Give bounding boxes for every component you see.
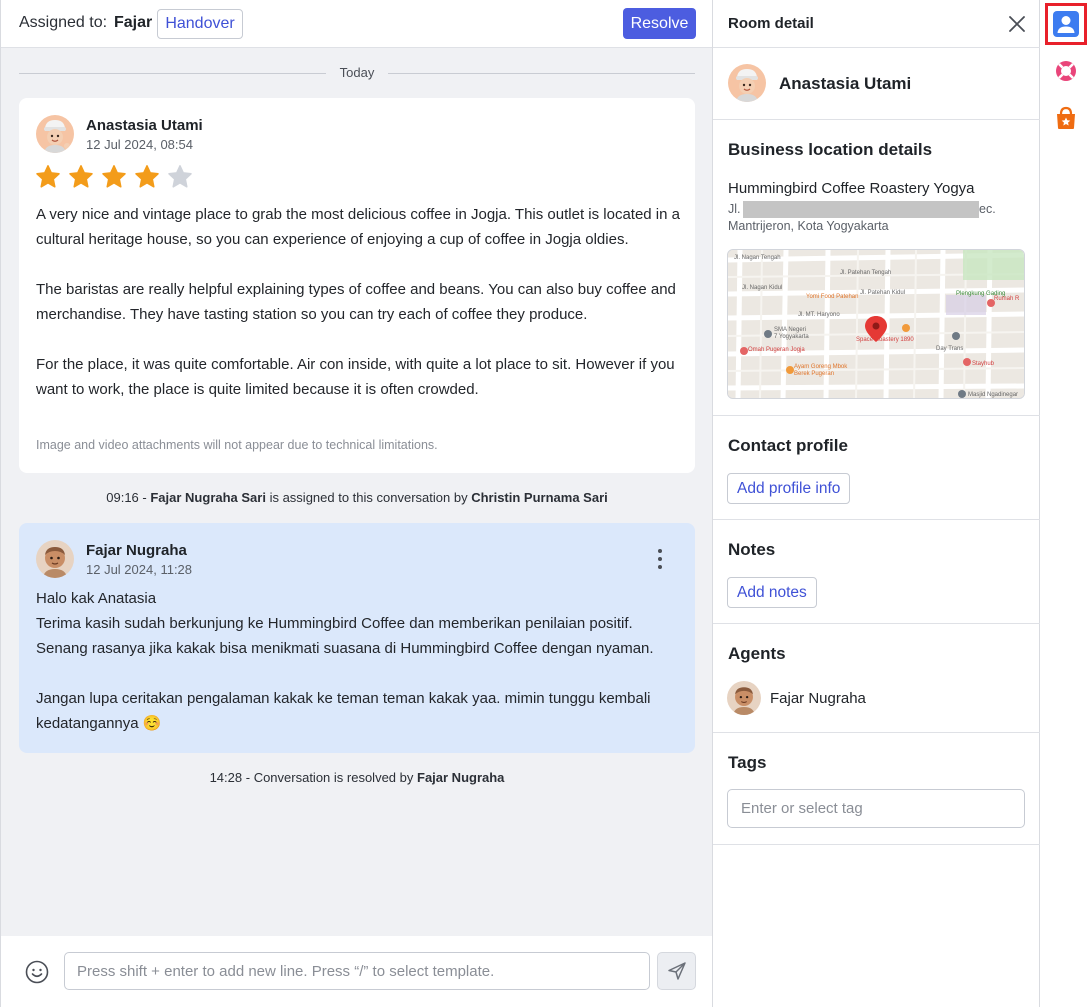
map-label: Jl. Nagan Tengah: [734, 255, 781, 261]
map-label: 7 Yogyakarta: [774, 334, 809, 340]
star-filled-icon: [69, 165, 93, 188]
date-divider: Today: [19, 64, 695, 82]
star-empty-icon: [168, 165, 192, 188]
star-rating: [35, 164, 193, 190]
agent-reply-card: Fajar Nugraha 12 Jul 2024, 11:28 Halo ka…: [19, 523, 695, 753]
add-notes-button[interactable]: Add notes: [727, 577, 817, 608]
message-input[interactable]: [64, 952, 650, 990]
business-location-title: Business location details: [728, 140, 933, 159]
assign-by: Christin Purnama Sari: [471, 490, 608, 505]
business-address-start: Jl.: [728, 202, 741, 216]
map-label: Jl. Patehan Tengah: [840, 270, 891, 276]
chat-header: Assigned to: Fajar Handover Resolve: [1, 0, 712, 48]
assign-time: 09:16: [106, 490, 139, 505]
room-detail-header: Room detail: [713, 0, 1040, 48]
map-label: Space Roastery 1890: [856, 337, 914, 343]
message-composer: [1, 936, 712, 1007]
date-divider-label: Today: [339, 65, 375, 80]
review-sender-name: Anastasia Utami: [86, 117, 203, 134]
reply-sender-name: Fajar Nugraha: [86, 542, 187, 559]
divider-line-left: [19, 73, 326, 74]
contact-profile-section: Contact profile Add profile info: [713, 416, 1040, 520]
system-message-resolve: 14:28 - Conversation is resolved by Faja…: [19, 770, 695, 785]
tag-input[interactable]: [727, 789, 1025, 828]
send-plane-icon: [667, 962, 686, 980]
assign-separator: -: [138, 490, 151, 505]
room-detail-panel: Room detail Anastasia Utami Business loc…: [712, 0, 1040, 1007]
reply-timestamp: 12 Jul 2024, 11:28: [86, 562, 193, 577]
user-contact-icon[interactable]: [1045, 3, 1087, 45]
map-label: Masjid Ngadinegar: [968, 392, 1018, 398]
map-label: Omah Pugeran Jogja: [748, 347, 805, 353]
business-address-end: ec.: [979, 202, 996, 216]
tags-section: Tags: [713, 733, 1040, 845]
map-label: Stayhub: [972, 361, 995, 367]
system-message-assign: 09:16 - Fajar Nugraha Sari is assigned t…: [19, 490, 695, 505]
resolve-separator: -: [242, 770, 254, 785]
divider-line-right: [388, 73, 695, 74]
customer-avatar: [36, 115, 74, 153]
resolve-button[interactable]: Resolve: [623, 8, 696, 39]
contact-profile-title: Contact profile: [728, 436, 848, 455]
attachment-note: Image and video attachments will not app…: [36, 438, 438, 452]
star-filled-icon: [36, 165, 60, 188]
business-address-line2: Mantrijeron, Kota Yogyakarta: [728, 219, 889, 233]
agents-section: Agents Fajar Nugraha: [713, 624, 1040, 733]
agents-title: Agents: [728, 644, 786, 663]
lifebuoy-support-icon[interactable]: [1045, 50, 1087, 92]
reply-text: Halo kak Anatasia Terima kasih sudah ber…: [36, 590, 654, 732]
tags-title: Tags: [728, 753, 767, 772]
contact-avatar: [728, 64, 766, 102]
map-label: SMA Negeri: [774, 327, 806, 333]
map-label: Ayam Goreng Mbok: [794, 364, 848, 370]
address-redaction: [743, 201, 979, 218]
map-label: Day Trans: [936, 346, 963, 352]
map-label: Jl. Patehan Kidul: [860, 290, 905, 296]
handover-button[interactable]: Handover: [157, 9, 243, 39]
map-label: Yomi Food Patehan: [806, 294, 858, 300]
assigned-label: Assigned to:: [19, 14, 108, 31]
assign-middle: is assigned to this conversation by: [265, 490, 472, 505]
review-text: A very nice and vintage place to grab th…: [36, 206, 680, 398]
location-map[interactable]: Jl. Nagan Tengah Jl. Patehan Tengah Jl. …: [727, 249, 1025, 399]
review-timestamp: 12 Jul 2024, 08:54: [86, 137, 193, 152]
shop-bag-icon[interactable]: [1045, 97, 1087, 139]
business-location-section: Business location details Hummingbird Co…: [713, 120, 1040, 416]
map-label: Rumah R: [994, 296, 1020, 302]
room-detail-title: Room detail: [728, 15, 814, 32]
business-name: Hummingbird Coffee Roastery Yogya: [728, 180, 975, 197]
add-profile-info-button[interactable]: Add profile info: [727, 473, 851, 504]
kebab-menu-icon[interactable]: [653, 547, 667, 571]
agent-list-avatar: [727, 681, 761, 715]
assigned-agent-name: Fajar: [114, 14, 153, 31]
star-filled-icon: [135, 165, 159, 188]
notes-title: Notes: [728, 540, 776, 559]
send-button[interactable]: [657, 952, 696, 990]
chat-panel: Assigned to: Fajar Handover Resolve Toda…: [0, 0, 712, 1007]
notes-section: Notes Add notes: [713, 520, 1040, 624]
agent-avatar: [36, 540, 74, 578]
map-label: Jl. Nagan Kidul: [742, 285, 782, 291]
contact-section: Anastasia Utami: [713, 48, 1040, 120]
map-label: Jl. MT. Haryono: [798, 312, 840, 318]
side-rail: [1041, 0, 1090, 1007]
emoji-smile-icon[interactable]: [25, 960, 49, 984]
map-label: Berek Pugeran: [794, 371, 834, 377]
star-filled-icon: [102, 165, 126, 188]
resolve-middle: Conversation is resolved by: [253, 770, 417, 785]
resolve-by: Fajar Nugraha: [417, 770, 505, 785]
resolve-time: 14:28: [209, 770, 243, 785]
close-icon[interactable]: [1006, 13, 1028, 35]
review-message-card: Anastasia Utami 12 Jul 2024, 08:54 A ver…: [19, 98, 695, 473]
assign-agent: Fajar Nugraha Sari: [150, 490, 266, 505]
contact-name: Anastasia Utami: [779, 74, 912, 93]
agent-name: Fajar Nugraha: [770, 690, 866, 707]
